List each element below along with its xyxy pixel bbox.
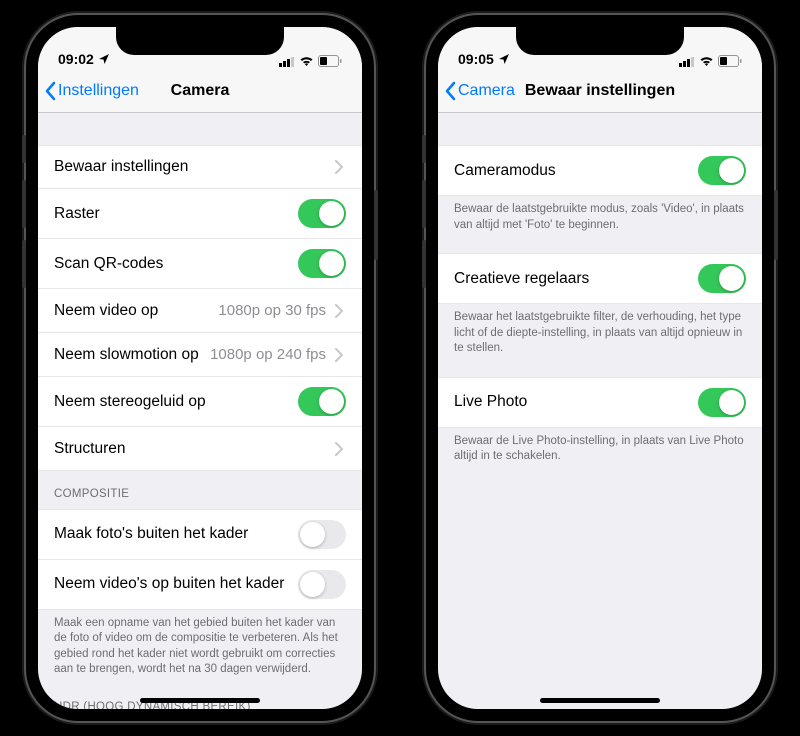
screen-left: 09:02 Instellingen	[38, 27, 362, 709]
phone-left: 09:02 Instellingen	[26, 15, 374, 721]
location-icon	[498, 53, 510, 65]
toggle-live-photo[interactable]	[698, 388, 746, 417]
row-label: Neem stereogeluid op	[54, 393, 298, 411]
home-indicator	[140, 698, 260, 703]
back-label: Instellingen	[58, 82, 139, 100]
battery-icon	[318, 55, 342, 67]
row-label: Bewaar instellingen	[54, 158, 332, 176]
row-detail: 1080p op 240 fps	[210, 346, 326, 363]
location-icon	[98, 53, 110, 65]
settings-list[interactable]: Bewaar instellingen Raster Scan QR-codes…	[38, 113, 362, 709]
row-label: Maak foto's buiten het kader	[54, 525, 298, 543]
back-button[interactable]: Instellingen	[44, 69, 139, 112]
back-label: Camera	[458, 82, 515, 100]
wifi-icon	[299, 56, 314, 67]
section-footer-composition: Maak een opname van het gebied buiten he…	[38, 610, 362, 684]
notch	[116, 27, 284, 55]
row-preserve-settings[interactable]: Bewaar instellingen	[38, 145, 362, 189]
row-stereo[interactable]: Neem stereogeluid op	[38, 377, 362, 427]
section-footer-live: Bewaar de Live Photo-instelling, in plaa…	[438, 428, 762, 471]
toggle-grid[interactable]	[298, 199, 346, 228]
row-formats[interactable]: Structuren	[38, 427, 362, 471]
section-header-composition: COMPOSITIE	[38, 471, 362, 509]
toggle-stereo[interactable]	[298, 387, 346, 416]
row-label: Raster	[54, 205, 298, 223]
chevron-right-icon	[332, 160, 346, 174]
chevron-right-icon	[332, 304, 346, 318]
status-time: 09:05	[458, 51, 494, 67]
row-label: Neem video op	[54, 302, 218, 320]
row-record-video[interactable]: Neem video op 1080p op 30 fps	[38, 289, 362, 333]
battery-icon	[718, 55, 742, 67]
back-button[interactable]: Camera	[444, 69, 515, 112]
nav-bar: Camera Bewaar instellingen	[438, 69, 762, 113]
row-detail: 1080p op 30 fps	[218, 302, 326, 319]
row-grid[interactable]: Raster	[38, 189, 362, 239]
row-label: Cameramodus	[454, 162, 698, 180]
row-label: Scan QR-codes	[54, 255, 298, 273]
screen-right: 09:05 Camera Be	[438, 27, 762, 709]
toggle-qr[interactable]	[298, 249, 346, 278]
cellular-icon	[679, 56, 695, 67]
notch	[516, 27, 684, 55]
status-time: 09:02	[58, 51, 94, 67]
wifi-icon	[699, 56, 714, 67]
row-label: Live Photo	[454, 393, 698, 411]
section-header-hdr: HDR (HOOG DYNAMISCH BEREIK)	[38, 684, 362, 709]
chevron-right-icon	[332, 442, 346, 456]
row-camera-mode[interactable]: Cameramodus	[438, 145, 762, 196]
row-label: Creatieve regelaars	[454, 270, 698, 288]
row-label: Neem video's op buiten het kader	[54, 575, 298, 593]
toggle-videos-outside[interactable]	[298, 570, 346, 599]
row-label: Structuren	[54, 440, 332, 458]
nav-bar: Instellingen Camera	[38, 69, 362, 113]
home-indicator	[540, 698, 660, 703]
settings-list[interactable]: Cameramodus Bewaar de laatstgebruikte mo…	[438, 113, 762, 709]
row-record-slomo[interactable]: Neem slowmotion op 1080p op 240 fps	[38, 333, 362, 377]
row-scan-qr[interactable]: Scan QR-codes	[38, 239, 362, 289]
row-videos-outside-frame[interactable]: Neem video's op buiten het kader	[38, 560, 362, 610]
nav-title: Bewaar instellingen	[525, 82, 675, 100]
row-label: Neem slowmotion op	[54, 346, 210, 364]
section-footer-creative: Bewaar het laatstgebruikte filter, de ve…	[438, 304, 762, 363]
toggle-photos-outside[interactable]	[298, 520, 346, 549]
chevron-right-icon	[332, 348, 346, 362]
nav-title: Camera	[171, 82, 230, 100]
section-footer-mode: Bewaar de laatstgebruikte modus, zoals '…	[438, 196, 762, 239]
toggle-camera-mode[interactable]	[698, 156, 746, 185]
toggle-creative[interactable]	[698, 264, 746, 293]
phone-right: 09:05 Camera Be	[426, 15, 774, 721]
row-creative-controls[interactable]: Creatieve regelaars	[438, 253, 762, 304]
row-photos-outside-frame[interactable]: Maak foto's buiten het kader	[38, 509, 362, 560]
row-live-photo[interactable]: Live Photo	[438, 377, 762, 428]
cellular-icon	[279, 56, 295, 67]
